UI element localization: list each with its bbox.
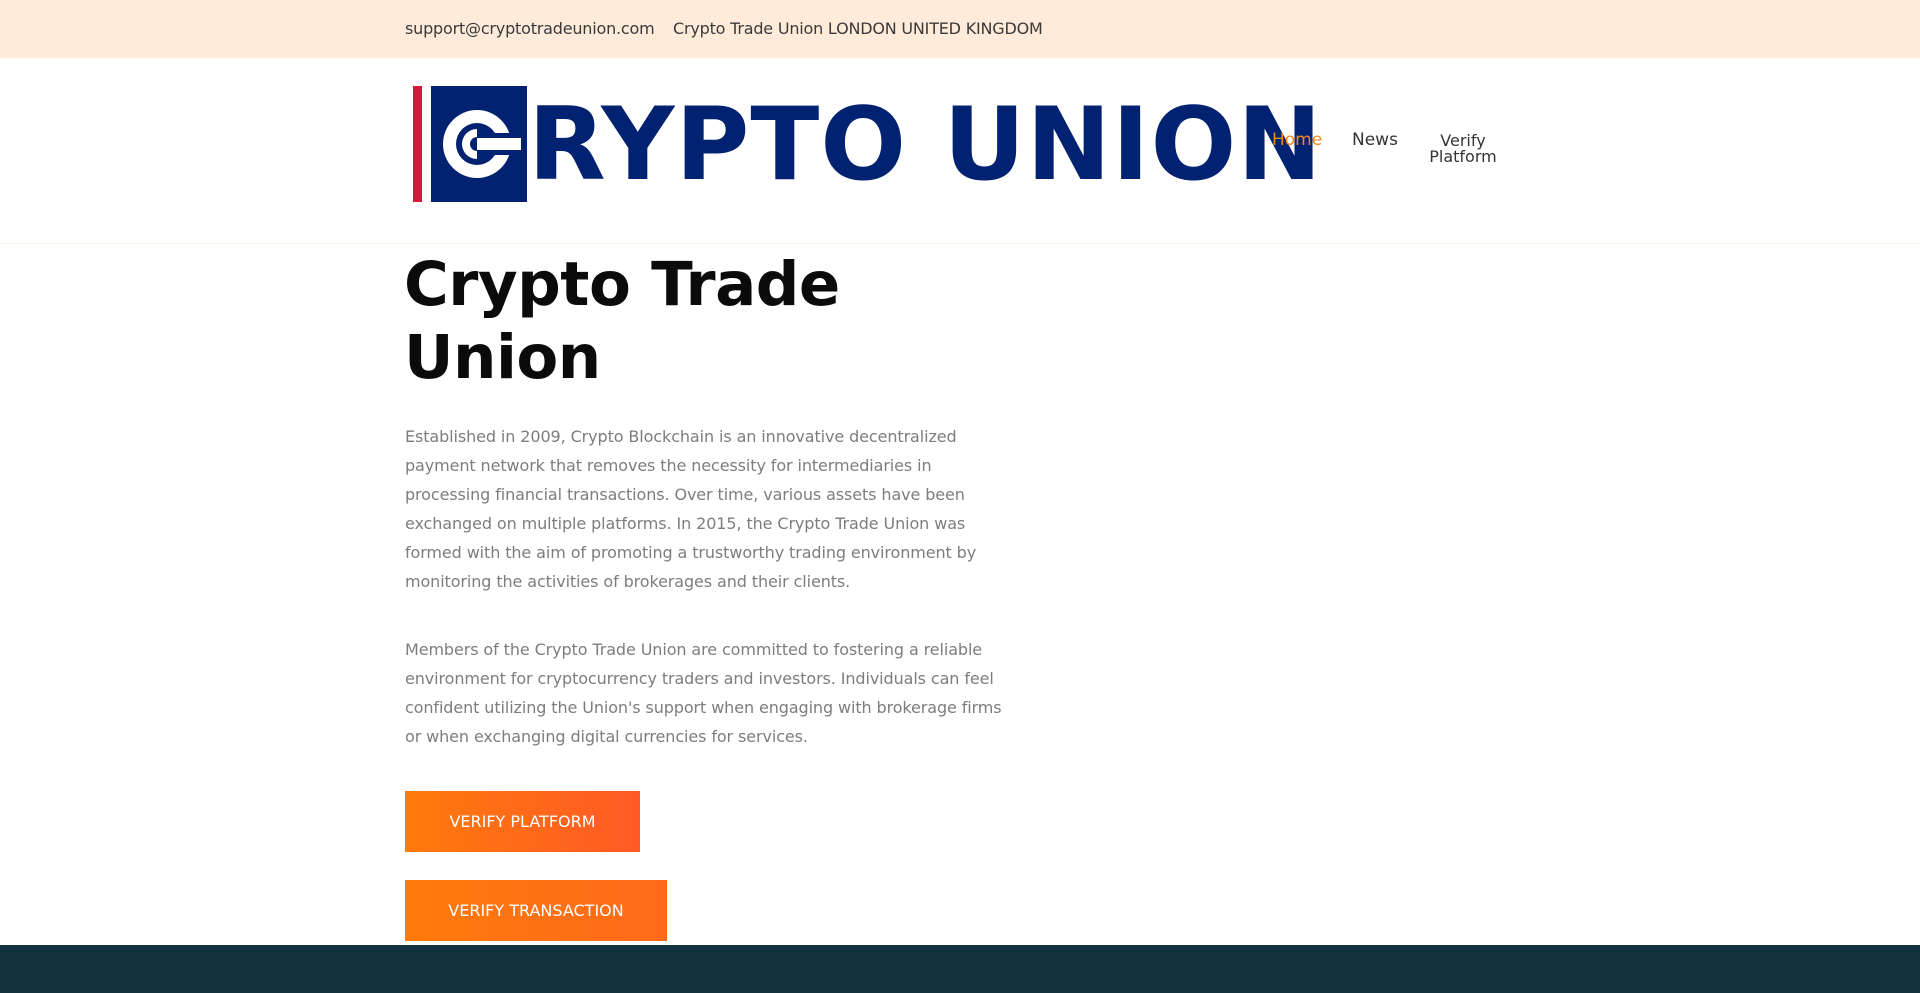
intro-paragraph: Established in 2009, Crypto Blockchain i… [405,427,977,591]
verify-transaction-button[interactable]: VERIFY TRANSACTION [405,880,667,941]
footer-bar [0,945,1920,993]
nav-news[interactable]: News [1352,130,1398,150]
site-logo[interactable]: RYPTO UNION [405,84,1322,204]
contact-email[interactable]: support@cryptotradeunion.com [405,19,655,38]
page-title: Crypto Trade Union [404,249,840,393]
nav-home[interactable]: Home [1272,130,1322,150]
nav-verify-platform[interactable]: Verify Platform [1428,133,1498,165]
logo-red-bar [413,86,422,202]
contact-address: Crypto Trade Union LONDON UNITED KINGDOM [673,19,1043,38]
top-bar: support@cryptotradeunion.com Crypto Trad… [0,0,1920,58]
verify-platform-button[interactable]: VERIFY PLATFORM [405,791,640,852]
logo-wordmark: RYPTO UNION [528,85,1323,203]
members-paragraph: Members of the Crypto Trade Union are co… [405,640,1002,746]
crypto-c-icon [443,110,521,178]
logo-square [431,86,527,202]
